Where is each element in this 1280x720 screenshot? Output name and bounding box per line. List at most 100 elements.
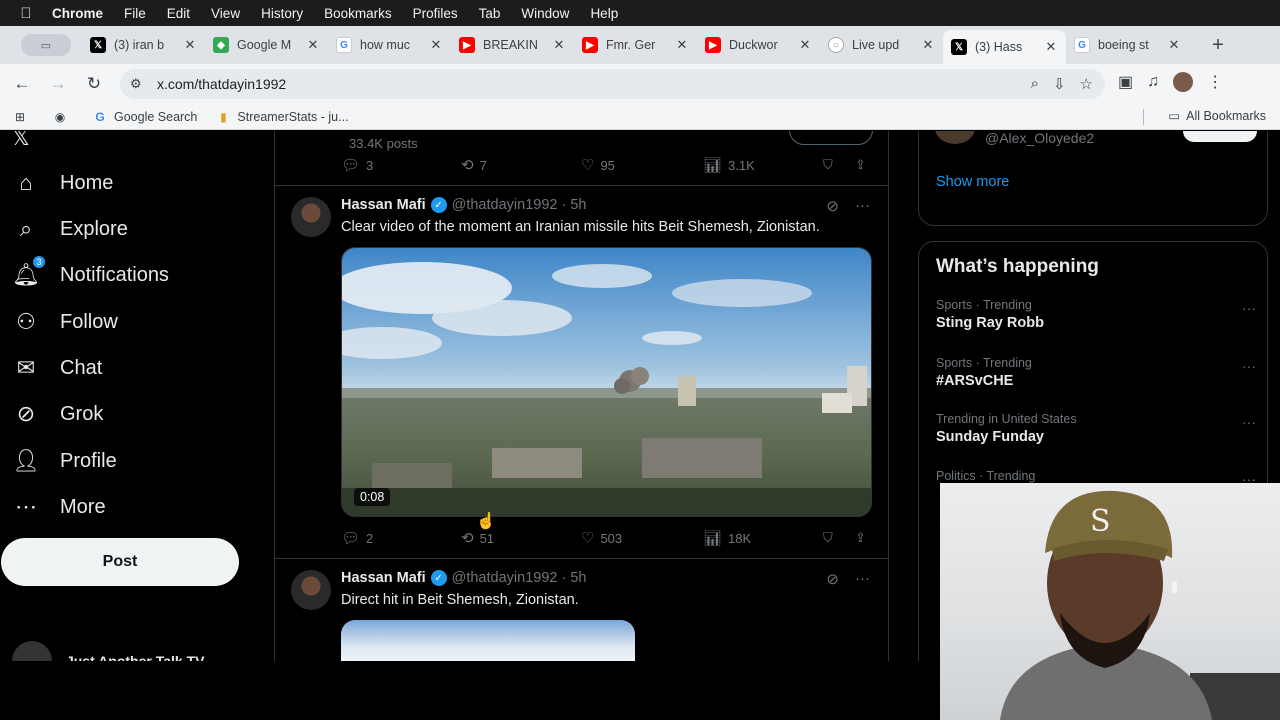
close-icon[interactable]: ✕ [552, 37, 566, 53]
grok-icon[interactable]: ⊘ [826, 197, 839, 215]
nav-profile[interactable]: 👤︎ Profile [12, 447, 117, 475]
suggested-handle[interactable]: @Alex_Oloyede2 [985, 131, 1094, 146]
bookmark-streamerstats[interactable]: ▮ StreamerStats - ju... [215, 109, 348, 125]
avatar[interactable] [291, 570, 331, 610]
bookmark-star-icon[interactable]: ☆ [1080, 75, 1093, 93]
close-icon[interactable]: ✕ [429, 37, 443, 53]
like-button[interactable]: ♡ 95 [581, 156, 615, 174]
author-handle[interactable]: @thatdayin1992 · 5h [452, 197, 587, 213]
close-icon[interactable]: ✕ [675, 37, 689, 53]
menu-app-name[interactable]: Chrome [52, 6, 103, 21]
reply-button[interactable]: 💬︎ 3 [341, 156, 373, 174]
google-icon: G [336, 37, 352, 53]
close-icon[interactable]: ✕ [921, 37, 935, 53]
url-text[interactable]: x.com/thatdayin1992 [157, 76, 286, 92]
zoom-icon[interactable]: ⌕ [1031, 75, 1039, 93]
account-switcher[interactable]: Just Another Talk TV [12, 641, 204, 661]
menu-history[interactable]: History [261, 6, 303, 21]
media-control-icon[interactable]: ♫ [1147, 73, 1159, 91]
post-button[interactable]: Post [1, 538, 239, 586]
new-tab-plus-icon[interactable]: + [1203, 34, 1233, 57]
tab-label: (3) Hass [975, 40, 1023, 54]
tab-6[interactable]: ○ Live upd ✕ [820, 30, 943, 60]
menu-profiles[interactable]: Profiles [413, 6, 458, 21]
tab-0[interactable]: 𝕏 (3) iran b ✕ [82, 30, 205, 60]
author-name[interactable]: Hassan Mafi [341, 197, 426, 213]
nav-chat[interactable]: ✉ Chat [12, 354, 102, 382]
menu-tab[interactable]: Tab [479, 6, 501, 21]
close-icon[interactable]: ✕ [1167, 37, 1181, 53]
author-name[interactable]: Hassan Mafi [341, 570, 426, 586]
reload-icon[interactable]: ↻ [76, 74, 112, 94]
nav-notifications[interactable]: 🔔︎ 3 Notifications [12, 255, 169, 289]
close-icon[interactable]: ✕ [1044, 39, 1058, 55]
trend-item[interactable]: Sports · Trending Sting Ray Robb ··· [936, 298, 1256, 331]
tab-group-toggle[interactable]: ▭ [10, 30, 82, 60]
close-icon[interactable]: ✕ [183, 37, 197, 53]
nav-home[interactable]: ⌂ Home [12, 169, 113, 197]
nav-grok[interactable]: ⊘ Grok [12, 400, 104, 428]
more-dots-icon[interactable]: ··· [855, 197, 870, 215]
menu-bookmarks[interactable]: Bookmarks [324, 6, 392, 21]
share-icon[interactable]: ⇪ [855, 530, 866, 546]
close-icon[interactable]: ✕ [306, 37, 320, 53]
nav-explore[interactable]: ⌕ Explore [12, 215, 128, 243]
avatar[interactable] [291, 197, 331, 237]
follow-button[interactable] [1183, 131, 1257, 142]
trend-name: Sting Ray Robb [936, 315, 1044, 331]
trend-item[interactable]: Trending in United States Sunday Funday … [936, 412, 1256, 445]
follow-button[interactable] [789, 131, 873, 145]
bookmark-google-search[interactable]: G Google Search [92, 109, 197, 125]
bookmark-icon[interactable]: ⛉ [823, 157, 833, 173]
tab-5[interactable]: ▶ Duckwor ✕ [697, 30, 820, 60]
like-button[interactable]: ♡ 503 [581, 529, 622, 547]
tweet-image[interactable] [341, 620, 635, 661]
author-handle[interactable]: @thatdayin1992 · 5h [452, 570, 587, 586]
bookmark-icon[interactable]: ⛉ [823, 530, 833, 546]
share-icon[interactable]: ⇪ [855, 157, 866, 173]
tab-4[interactable]: ▶ Fmr. Ger ✕ [574, 30, 697, 60]
more-dots-icon[interactable]: ··· [855, 570, 870, 588]
trend-item[interactable]: Sports · Trending #ARSvCHE ··· [936, 356, 1256, 389]
install-icon[interactable]: ⇩ [1053, 75, 1066, 93]
views-button[interactable]: 📊︎ 3.1K [703, 156, 755, 174]
more-dots-icon[interactable]: ··· [1242, 300, 1256, 316]
tab-7-active[interactable]: 𝕏 (3) Hass ✕ [943, 30, 1066, 64]
nav-follow[interactable]: ⚇ Follow [12, 308, 118, 336]
menu-help[interactable]: Help [590, 6, 618, 21]
more-dots-icon[interactable]: ··· [1242, 414, 1256, 430]
tweet-video[interactable]: 0:08 [341, 247, 872, 517]
repost-button[interactable]: ⟲ 51 [461, 529, 494, 547]
x-logo-icon[interactable]: 𝕏 [12, 131, 30, 151]
tab-search-icon[interactable]: ▣ [1118, 72, 1133, 92]
show-more-link[interactable]: Show more [936, 174, 1009, 190]
apps-grid-icon[interactable]: ⊞ [12, 109, 34, 125]
profile-avatar[interactable] [1173, 72, 1194, 92]
reply-button[interactable]: 💬︎ 2 [341, 529, 373, 547]
avatar[interactable] [935, 131, 975, 144]
menu-window[interactable]: Window [521, 6, 569, 21]
tab-2[interactable]: Ghow muc ✕ [328, 30, 451, 60]
address-bar[interactable]: ⚙ x.com/thatdayin1992 ⌕ ⇩ ☆ [120, 69, 1105, 99]
views-button[interactable]: 📊︎ 18K [703, 529, 751, 547]
nav-more[interactable]: ⋯ More [12, 493, 106, 521]
tab-1[interactable]: ◆ Google M ✕ [205, 30, 328, 60]
nav-label: Notifications [60, 263, 169, 286]
tab-8[interactable]: Gboeing st ✕ [1066, 30, 1189, 60]
site-info-icon[interactable]: ⚙ [130, 76, 150, 92]
grok-icon[interactable]: ⊘ [826, 570, 839, 588]
forward-arrow-icon[interactable]: → [40, 74, 76, 94]
back-arrow-icon[interactable]: ← [4, 74, 40, 94]
bookmarks-divider [1143, 109, 1144, 125]
menu-file[interactable]: File [124, 6, 146, 21]
all-bookmarks[interactable]: ▭ All Bookmarks [1168, 108, 1266, 124]
apple-icon[interactable]:  [0, 5, 52, 22]
close-icon[interactable]: ✕ [798, 37, 812, 53]
tab-3[interactable]: ▶ BREAKIN ✕ [451, 30, 574, 60]
repost-button[interactable]: ⟲ 7 [461, 156, 487, 174]
more-dots-icon[interactable]: ··· [1242, 358, 1256, 374]
globe-icon[interactable]: ◉ [52, 109, 74, 125]
menu-view[interactable]: View [211, 6, 240, 21]
menu-edit[interactable]: Edit [167, 6, 190, 21]
kebab-menu-icon[interactable]: ⋮ [1207, 72, 1223, 92]
